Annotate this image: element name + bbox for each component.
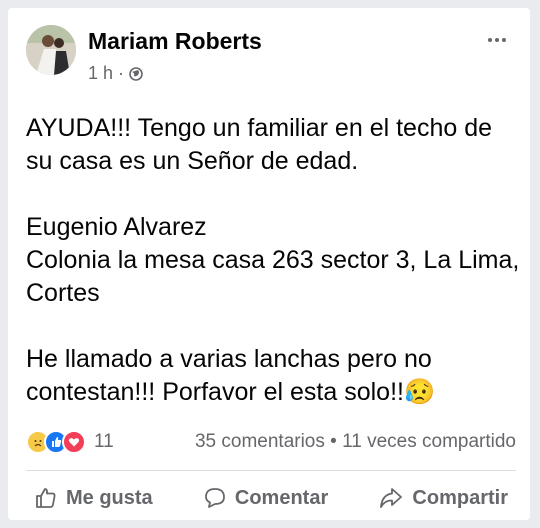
comment-label: Comentar — [234, 486, 329, 509]
action-bar: Me gusta Comentar Compartir — [26, 478, 516, 518]
reaction-count[interactable]: 11 — [94, 431, 114, 453]
post-card: Mariam Roberts 1 h · AYUDA!!! Tengo un f… — [8, 8, 530, 520]
share-button[interactable]: Compartir — [370, 482, 516, 514]
more-options-button[interactable] — [482, 30, 512, 50]
comments-count[interactable]: 35 comentarios — [195, 431, 325, 452]
post-stats: 11 35 comentarios • 11 veces compartido — [26, 428, 516, 456]
comment-icon — [203, 486, 227, 510]
love-reaction-icon — [62, 430, 86, 454]
stats-dot: • — [330, 431, 337, 452]
like-button[interactable]: Me gusta — [26, 482, 161, 514]
like-label: Me gusta — [66, 486, 153, 509]
comment-button[interactable]: Comentar — [195, 482, 336, 514]
post-body: AYUDA!!! Tengo un familiar en el techo d… — [26, 112, 522, 409]
reaction-icons[interactable] — [26, 430, 86, 454]
divider — [26, 470, 516, 471]
shares-count[interactable]: 11 veces compartido — [342, 431, 516, 452]
body-line: AYUDA!!! Tengo un familiar en el techo d… — [26, 114, 493, 175]
thumbs-up-icon — [34, 486, 58, 510]
post-time[interactable]: 1 h — [88, 63, 113, 84]
share-label: Compartir — [412, 486, 508, 509]
meta-separator: · — [118, 63, 125, 83]
post-meta: 1 h · — [88, 63, 143, 84]
body-line: He llamado a varias lanchas pero no cont… — [26, 345, 436, 406]
comments-shares: 35 comentarios • 11 veces compartido — [195, 431, 516, 453]
more-icon — [488, 38, 492, 42]
author-avatar[interactable] — [26, 25, 76, 75]
sad-emoji-icon: 😥 — [403, 378, 436, 406]
author-name[interactable]: Mariam Roberts — [88, 28, 262, 55]
share-icon — [378, 486, 404, 510]
globe-icon — [129, 66, 143, 81]
body-line: Eugenio Alvarez — [26, 213, 207, 241]
body-line: Colonia la mesa casa 263 sector 3, La Li… — [26, 246, 520, 307]
